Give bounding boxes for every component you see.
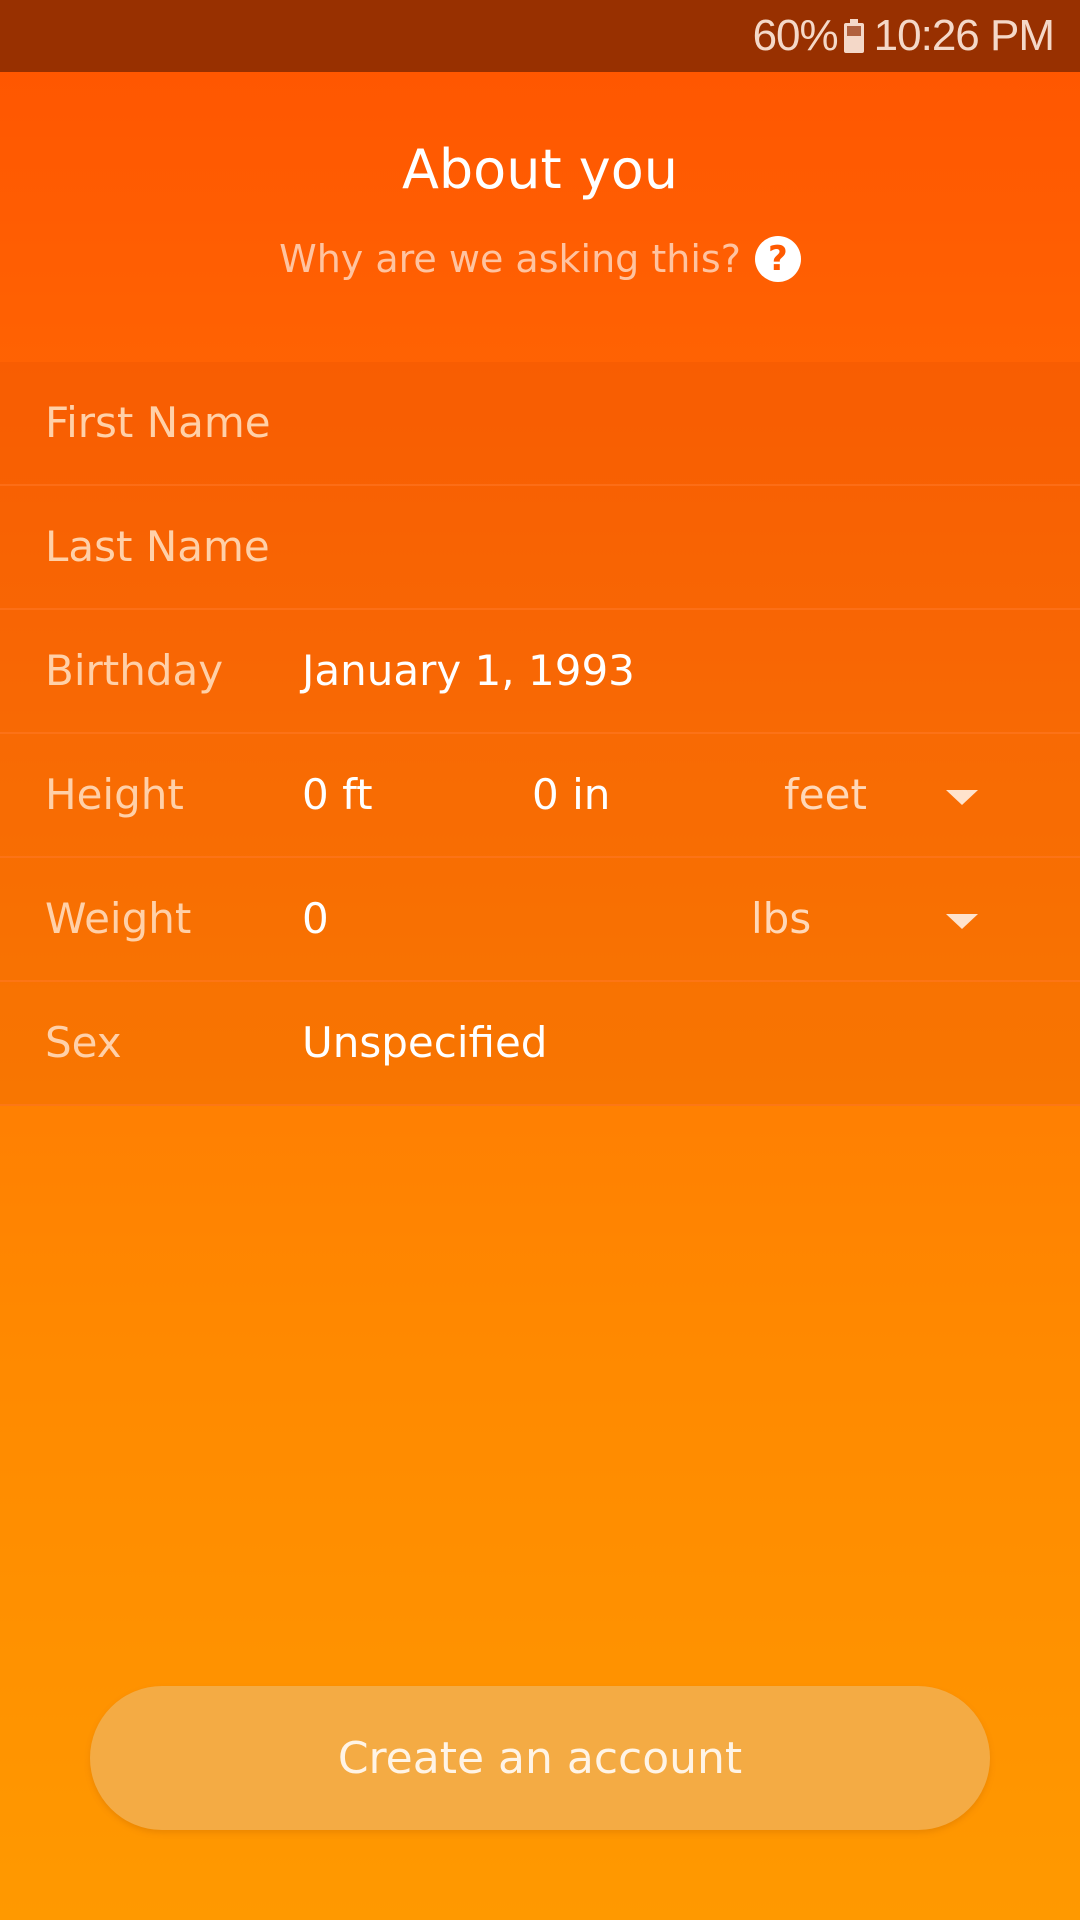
help-icon[interactable]: ? bbox=[754, 236, 801, 282]
status-indicators: 60% 10:26 PM bbox=[752, 11, 1055, 60]
birthday-value[interactable]: January 1, 1993 bbox=[302, 646, 635, 695]
chevron-down-icon[interactable] bbox=[946, 790, 978, 805]
why-asking-link[interactable]: Why are we asking this? ? bbox=[0, 236, 1080, 282]
sex-label: Sex bbox=[45, 1018, 122, 1067]
status-bar: 60% 10:26 PM bbox=[0, 0, 1080, 72]
header: About you Why are we asking this? ? bbox=[0, 72, 1080, 362]
birthday-label: Birthday bbox=[45, 646, 224, 695]
weight-label: Weight bbox=[45, 894, 192, 943]
height-inches-input[interactable]: 0 in bbox=[532, 770, 610, 819]
height-field: Height 0 ft 0 in feet bbox=[0, 734, 1080, 858]
chevron-down-icon[interactable] bbox=[946, 914, 978, 929]
about-you-form: First Name Last Name Birthday January 1,… bbox=[0, 362, 1080, 1106]
sex-field[interactable]: Sex Unspecified bbox=[0, 982, 1080, 1106]
page-title: About you bbox=[401, 138, 679, 201]
weight-input[interactable]: 0 bbox=[302, 894, 329, 943]
battery-icon bbox=[843, 19, 864, 53]
height-unit-select[interactable]: feet bbox=[784, 770, 867, 819]
weight-unit-select[interactable]: lbs bbox=[751, 894, 811, 943]
height-feet-input[interactable]: 0 ft bbox=[302, 770, 373, 819]
first-name-field[interactable]: First Name bbox=[0, 362, 1080, 486]
weight-field: Weight 0 lbs bbox=[0, 858, 1080, 982]
last-name-placeholder: Last Name bbox=[45, 522, 270, 571]
birthday-field[interactable]: Birthday January 1, 1993 bbox=[0, 610, 1080, 734]
height-label: Height bbox=[45, 770, 184, 819]
clock: 10:26 PM bbox=[873, 11, 1055, 60]
why-asking-text[interactable]: Why are we asking this? bbox=[279, 237, 741, 281]
first-name-placeholder: First Name bbox=[45, 398, 271, 447]
battery-percent: 60% bbox=[752, 11, 839, 60]
create-account-button[interactable]: Create an account bbox=[90, 1686, 990, 1830]
last-name-field[interactable]: Last Name bbox=[0, 486, 1080, 610]
sex-value[interactable]: Unspecified bbox=[302, 1018, 547, 1067]
